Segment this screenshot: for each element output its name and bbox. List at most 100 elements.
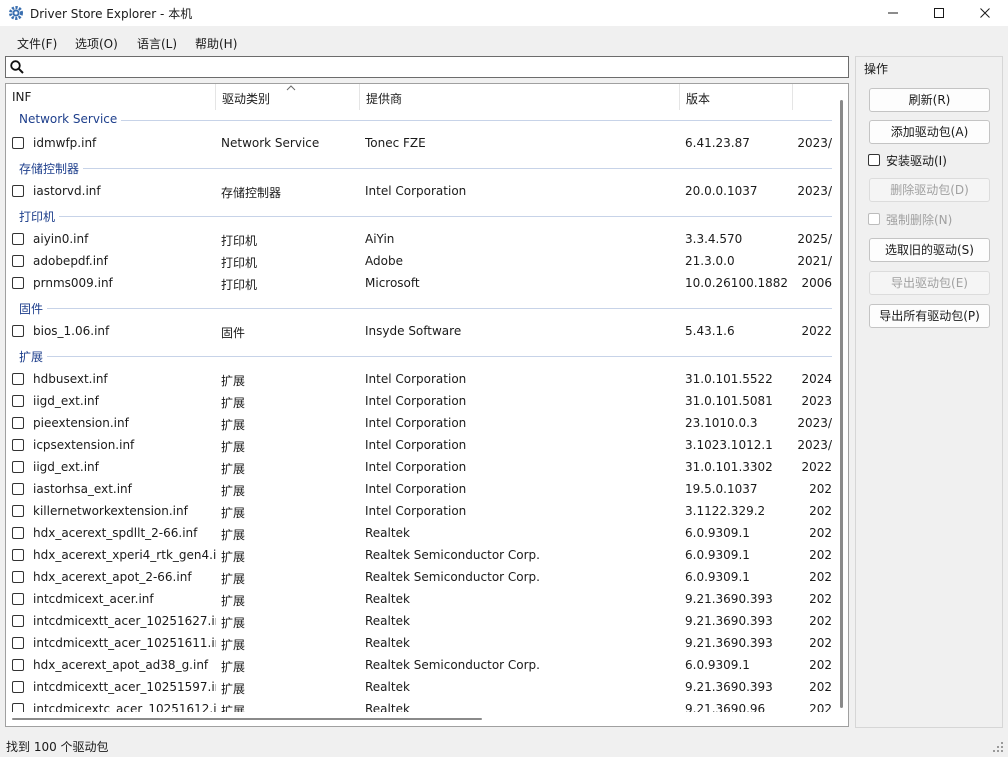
- table-row[interactable]: intcdmicextt_acer_10251627.inf 扩展 Realtek 9…: [6, 610, 832, 632]
- row-checkbox[interactable]: [12, 527, 24, 539]
- row-class: 扩展: [221, 374, 246, 388]
- select-old-drivers-button[interactable]: 选取旧的驱动(S): [869, 238, 990, 262]
- row-version: 9.21.3690.393: [685, 614, 773, 628]
- resize-grip-icon[interactable]: [992, 741, 1004, 753]
- search-input[interactable]: [28, 59, 838, 75]
- export-package-button[interactable]: 导出驱动包(E): [869, 271, 990, 295]
- add-package-button[interactable]: 添加驱动包(A): [869, 120, 990, 144]
- table-row[interactable]: idmwfp.inf Network Service Tonec FZE 6.41.2…: [6, 132, 832, 154]
- table-row[interactable]: iastorvd.inf 存储控制器 Intel Corporation 20.0.0…: [6, 180, 832, 202]
- install-driver-check[interactable]: [868, 154, 880, 166]
- table-row[interactable]: killernetworkextension.inf 扩展 Intel Corpor…: [6, 500, 832, 522]
- row-version: 20.0.0.1037: [685, 184, 758, 198]
- table-row[interactable]: intcdmicextt_acer_10251611.inf 扩展 Realtek 9…: [6, 632, 832, 654]
- table-row[interactable]: intcdmicextt_acer_10251597.inf 扩展 Realtek 9…: [6, 676, 832, 698]
- group-label: 固件: [19, 300, 48, 317]
- row-class: 打印机: [221, 234, 258, 248]
- menu-options[interactable]: 选项(O): [75, 35, 118, 52]
- table-row[interactable]: hdx_acerext_apot_2-66.inf 扩展 Realtek Semic…: [6, 566, 832, 588]
- minimize-button[interactable]: [870, 0, 916, 26]
- row-date: 2022: [801, 324, 832, 338]
- table-row[interactable]: intcdmicextc_acer_10251612.inf 扩展 Realtek 9…: [6, 698, 832, 712]
- row-checkbox[interactable]: [12, 461, 24, 473]
- row-checkbox[interactable]: [12, 395, 24, 407]
- row-inf: iigd_ext.inf: [33, 460, 99, 474]
- row-date: 202: [809, 614, 832, 628]
- menu-file[interactable]: 文件(F): [17, 35, 57, 52]
- row-checkbox[interactable]: [12, 137, 24, 149]
- row-checkbox[interactable]: [12, 255, 24, 267]
- row-checkbox[interactable]: [12, 233, 24, 245]
- row-provider: Realtek: [365, 702, 410, 712]
- export-all-packages-button[interactable]: 导出所有驱动包(P): [869, 304, 990, 328]
- gear-icon: [9, 6, 23, 20]
- row-class: 打印机: [221, 278, 258, 292]
- table-row[interactable]: intcdmicext_acer.inf 扩展 Realtek 9.21.3690.3…: [6, 588, 832, 610]
- column-header-inf[interactable]: INF: [6, 84, 216, 110]
- install-driver-label: 安装驱动(I): [886, 154, 947, 168]
- close-button[interactable]: [962, 0, 1008, 26]
- row-checkbox[interactable]: [12, 505, 24, 517]
- minimize-icon: [888, 12, 898, 14]
- driver-list[interactable]: INF 驱动类别 提供商 版本 Network Service idmwfp.in…: [5, 83, 849, 727]
- delete-package-button[interactable]: 删除驱动包(D): [869, 178, 990, 202]
- menu-bar: 文件(F) 选项(O) 语言(L) 帮助(H): [0, 30, 1008, 54]
- horizontal-scroll-thumb[interactable]: [12, 718, 482, 720]
- row-checkbox[interactable]: [12, 681, 24, 693]
- table-row[interactable]: adobepdf.inf 打印机 Adobe 21.3.0.0 2021/: [6, 250, 832, 272]
- table-row[interactable]: hdx_acerext_spdllt_2-66.inf 扩展 Realtek 6.0.…: [6, 522, 832, 544]
- row-provider: Realtek Semiconductor Corp.: [365, 548, 540, 562]
- group-label: 打印机: [19, 208, 60, 225]
- maximize-button[interactable]: [916, 0, 962, 26]
- horizontal-scrollbar[interactable]: [6, 712, 832, 726]
- row-inf: bios_1.06.inf: [33, 324, 110, 338]
- row-checkbox[interactable]: [12, 185, 24, 197]
- row-checkbox[interactable]: [12, 593, 24, 605]
- row-inf: iastorhsa_ext.inf: [33, 482, 132, 496]
- table-row[interactable]: prnms009.inf 打印机 Microsoft 10.0.26100.1882 2…: [6, 272, 832, 294]
- row-inf: intcdmicextt_acer_10251611.inf: [33, 636, 216, 650]
- row-checkbox[interactable]: [12, 483, 24, 495]
- row-provider: Intel Corporation: [365, 184, 467, 198]
- row-checkbox[interactable]: [12, 325, 24, 337]
- row-class: 扩展: [221, 616, 246, 630]
- row-checkbox[interactable]: [12, 549, 24, 561]
- table-row[interactable]: hdbusext.inf 扩展 Intel Corporation 31.0.101.…: [6, 368, 832, 390]
- table-row[interactable]: bios_1.06.inf 固件 Insyde Software 5.43.1.6 20…: [6, 320, 832, 342]
- row-checkbox[interactable]: [12, 277, 24, 289]
- title-bar: Driver Store Explorer - 本机: [0, 0, 1008, 26]
- table-row[interactable]: iastorhsa_ext.inf 扩展 Intel Corporation 19.5…: [6, 478, 832, 500]
- table-row[interactable]: hdx_acerext_apot_ad38_g.inf 扩展 Realtek Sem…: [6, 654, 832, 676]
- table-row[interactable]: icpsextension.inf 扩展 Intel Corporation 3.10…: [6, 434, 832, 456]
- row-class: 打印机: [221, 256, 258, 270]
- row-checkbox[interactable]: [12, 417, 24, 429]
- group-divider: [19, 168, 832, 169]
- row-date: 202: [809, 504, 832, 518]
- refresh-button[interactable]: 刷新(R): [869, 88, 990, 112]
- row-checkbox[interactable]: [12, 439, 24, 451]
- table-row[interactable]: aiyin0.inf 打印机 AiYin 3.3.4.570 2025/: [6, 228, 832, 250]
- table-row[interactable]: pieextension.inf 扩展 Intel Corporation 23.10…: [6, 412, 832, 434]
- row-checkbox[interactable]: [12, 373, 24, 385]
- table-row[interactable]: iigd_ext.inf 扩展 Intel Corporation 31.0.101.…: [6, 390, 832, 412]
- vertical-scroll-thumb[interactable]: [840, 100, 843, 708]
- table-row[interactable]: iigd_ext.inf 扩展 Intel Corporation 31.0.101.…: [6, 456, 832, 478]
- table-row[interactable]: hdx_acerext_xperi4_rtk_gen4.inf 扩展 Realtek…: [6, 544, 832, 566]
- row-checkbox[interactable]: [12, 571, 24, 583]
- row-provider: Intel Corporation: [365, 504, 467, 518]
- row-checkbox[interactable]: [12, 637, 24, 649]
- row-checkbox[interactable]: [12, 659, 24, 671]
- menu-language[interactable]: 语言(L): [137, 35, 177, 52]
- row-date: 2021/: [797, 254, 832, 268]
- vertical-scrollbar[interactable]: [832, 84, 848, 712]
- row-version: 3.1122.329.2: [685, 504, 766, 518]
- row-date: 2024: [801, 372, 832, 386]
- column-header-date[interactable]: [793, 84, 832, 110]
- column-header-provider[interactable]: 提供商: [360, 84, 680, 110]
- row-checkbox[interactable]: [12, 703, 24, 712]
- column-header-version[interactable]: 版本: [680, 84, 793, 110]
- menu-help[interactable]: 帮助(H): [195, 35, 237, 52]
- force-delete-check[interactable]: [868, 213, 880, 225]
- row-checkbox[interactable]: [12, 615, 24, 627]
- row-provider: Microsoft: [365, 276, 420, 290]
